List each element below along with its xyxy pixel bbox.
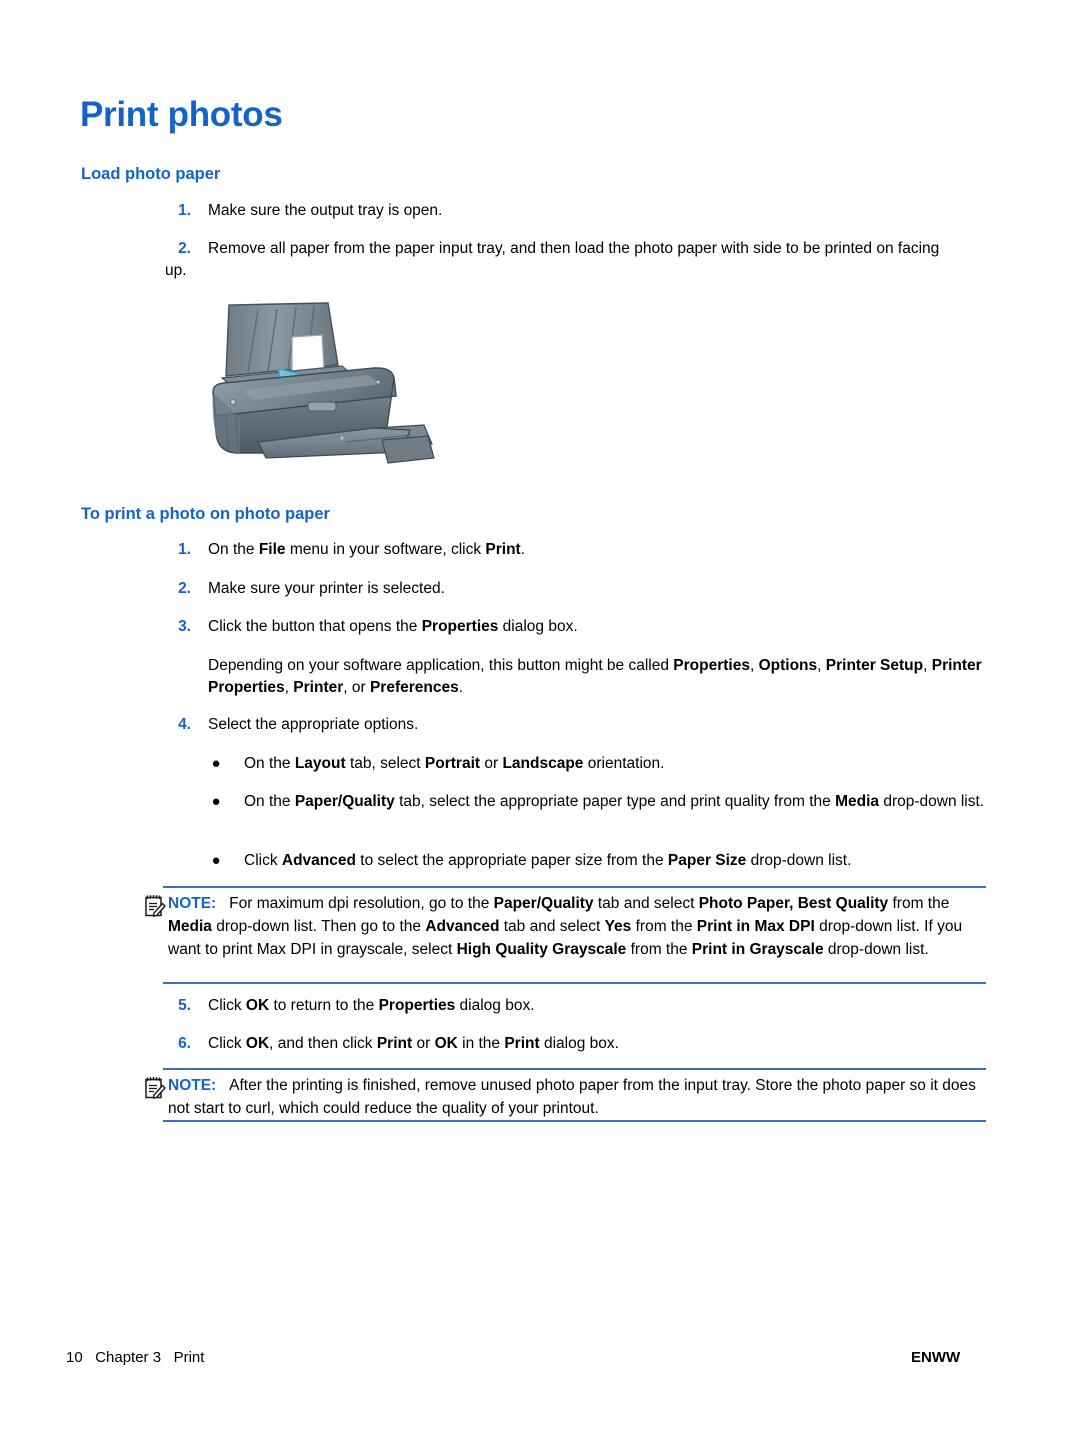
list-item: 5. Click OK to return to the Properties … [165,995,965,1017]
section-heading-print-photo: To print a photo on photo paper [81,505,330,523]
step-number: 1. [178,202,191,219]
step-number: 4. [178,716,191,733]
page-title: Print photos [80,95,283,134]
section-heading-load-photo-paper: Load photo paper [81,165,221,183]
depends-paragraph: Depending on your software application, … [208,657,982,696]
step-text: Click the button that opens the Properti… [208,618,578,635]
printer-illustration [196,292,496,492]
footer-right: ENWW [911,1349,961,1366]
footer-left: 10 Chapter 3 Print [66,1349,205,1366]
bullet-text: On the Layout tab, select Portrait or La… [244,755,665,772]
step-number: 2. [178,580,191,597]
step-text: Select the appropriate options. [208,716,419,733]
note-label: NOTE: [168,1077,217,1094]
step-text: On the File menu in your software, click… [208,541,526,558]
list-item: 4. Select the appropriate options. [165,714,965,736]
step-number: 1. [178,541,191,558]
note-label: NOTE: [168,895,217,912]
step-number: 2. [178,240,191,257]
bullet-text: Click Advanced to select the appropriate… [244,852,852,869]
step-text: Click OK to return to the Properties dia… [208,997,535,1014]
list-item: ● On the Paper/Quality tab, select the a… [209,791,989,813]
step-number: 5. [178,997,191,1014]
photo-paper-sheet [291,334,325,372]
list-item: 3. Click the button that opens the Prope… [165,616,965,638]
bullet-icon: ● [211,755,221,772]
step-text: Make sure the output tray is open. [208,202,443,219]
bullet-icon: ● [211,793,221,810]
list-item: ● Click Advanced to select the appropria… [209,850,989,872]
bullet-icon: ● [211,852,221,869]
note-box: NOTE: For maximum dpi resolution, go to … [143,886,986,984]
list-item: 1. Make sure the output tray is open. [165,200,985,222]
note-body: NOTE: After the printing is finished, re… [168,1077,976,1117]
step-number: 3. [178,618,191,635]
step-number: 6. [178,1035,191,1052]
list-item: 6. Click OK, and then click Print or OK … [165,1033,965,1055]
step-text: Make sure your printer is selected. [208,580,445,597]
list-item: 2. Remove all paper from the paper input… [165,238,965,282]
list-item: ● On the Layout tab, select Portrait or … [209,753,989,775]
step-text: Remove all paper from the paper input tr… [165,240,940,279]
bullet-text: On the Paper/Quality tab, select the app… [244,793,985,810]
note-body: NOTE: For maximum dpi resolution, go to … [168,895,963,958]
note-box: NOTE: After the printing is finished, re… [143,1068,986,1122]
document-page: Print photos Load photo paper 1. Make su… [0,0,1080,1437]
list-item: 1. On the File menu in your software, cl… [165,539,965,561]
list-item: 2. Make sure your printer is selected. [165,578,965,600]
step-text: Click OK, and then click Print or OK in … [208,1035,619,1052]
